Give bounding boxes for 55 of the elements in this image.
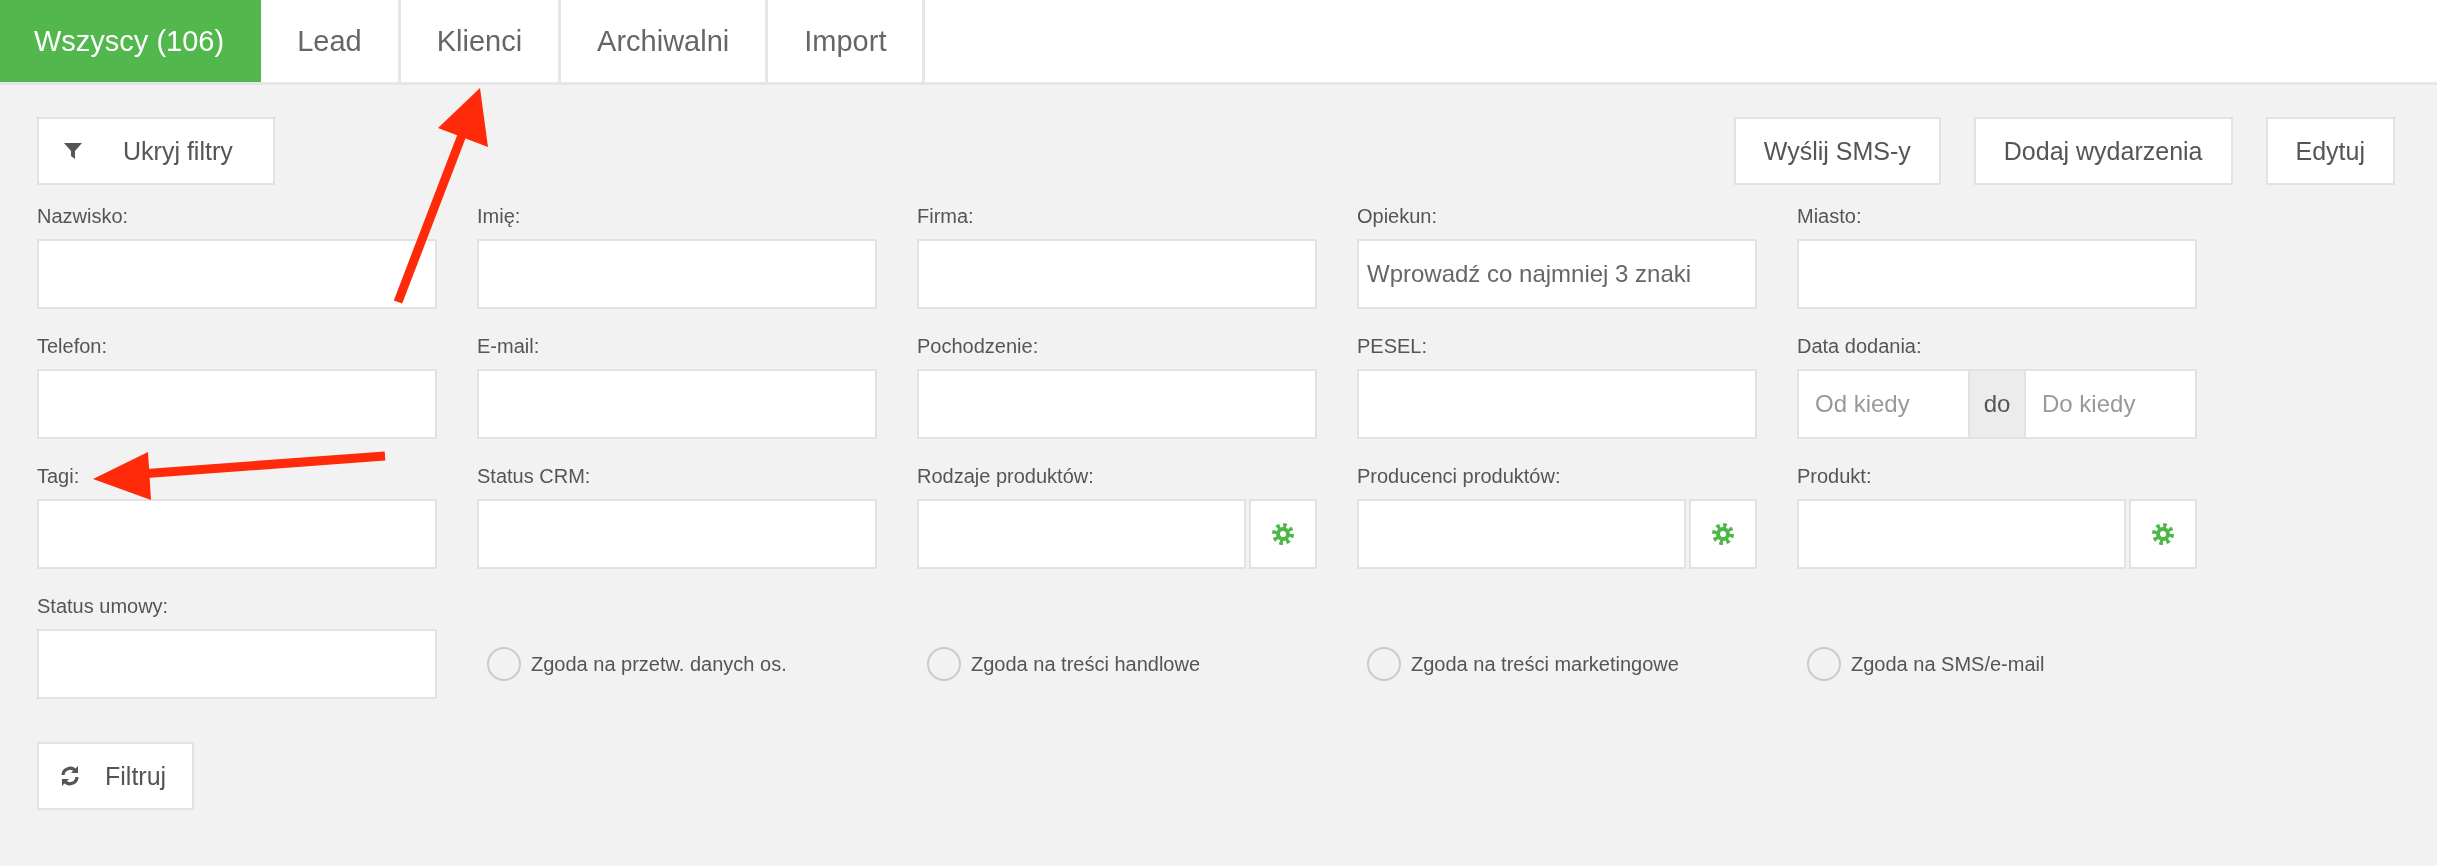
settings-button[interactable] [2129, 499, 2197, 569]
input-field[interactable] [1357, 499, 1686, 569]
field-label: Producenci produktów: [1357, 464, 1561, 489]
consent-radio[interactable]: Zgoda na przetw. danych os. [487, 629, 787, 699]
field-label: Status CRM: [477, 464, 591, 489]
field-label: Data dodania: [1797, 334, 1922, 359]
input-field[interactable] [917, 369, 1317, 439]
date-from-field[interactable]: Od kiedy [1797, 369, 1970, 439]
range-separator: do [1970, 369, 2024, 439]
field-label: Produkt: [1797, 464, 1872, 489]
field-label: Firma: [917, 204, 974, 229]
radio-circle[interactable] [1367, 647, 1401, 681]
radio-circle[interactable] [927, 647, 961, 681]
radio-circle[interactable] [1807, 647, 1841, 681]
action-button[interactable]: Wyślij SMS-y [1733, 117, 1941, 185]
consent-radio[interactable]: Zgoda na SMS/e-mail [1807, 629, 2045, 699]
input-field[interactable] [37, 239, 437, 309]
input-field[interactable] [37, 499, 437, 569]
field-label: Rodzaje produktów: [917, 464, 1094, 489]
input-field[interactable] [917, 239, 1317, 309]
input-field[interactable] [1797, 499, 2126, 569]
input-field[interactable] [1797, 239, 2197, 309]
funnel-icon [63, 141, 83, 161]
input-field[interactable] [37, 369, 437, 439]
input-field[interactable] [477, 239, 877, 309]
field-label: Status umowy: [37, 594, 169, 619]
filter-button[interactable]: Filtruj [37, 742, 195, 810]
input-field[interactable] [477, 499, 877, 569]
input-field[interactable] [477, 369, 877, 439]
hide-filters-button[interactable]: Ukryj filtry [37, 117, 275, 185]
date-to-field[interactable]: Do kiedy [2024, 369, 2197, 439]
refresh-icon [59, 765, 81, 787]
field-label: Opiekun: [1357, 204, 1438, 229]
field-label: Pochodzenie: [917, 334, 1039, 359]
field-label: E-mail: [477, 334, 540, 359]
consent-radio[interactable]: Zgoda na treści marketingowe [1367, 629, 1679, 699]
settings-button[interactable] [1249, 499, 1317, 569]
input-field[interactable] [37, 629, 437, 699]
input-field[interactable]: Wprowadź co najmniej 3 znaki [1357, 239, 1757, 309]
action-button[interactable]: Edytuj [2265, 117, 2395, 185]
input-field[interactable] [917, 499, 1246, 569]
field-label: Miasto: [1797, 204, 1862, 229]
gear-icon [2151, 522, 2175, 546]
field-label: Telefon: [37, 334, 108, 359]
gear-icon [1711, 522, 1735, 546]
radio-circle[interactable] [487, 647, 521, 681]
action-button[interactable]: Dodaj wydarzenia [1973, 117, 2233, 185]
field-label: Tagi: [37, 464, 80, 489]
field-label: Imię: [477, 204, 521, 229]
settings-button[interactable] [1689, 499, 1757, 569]
field-label: PESEL: [1357, 334, 1428, 359]
gear-icon [1271, 522, 1295, 546]
consent-radio[interactable]: Zgoda na treści handlowe [927, 629, 1201, 699]
input-field[interactable] [1357, 369, 1757, 439]
field-label: Nazwisko: [37, 204, 129, 229]
